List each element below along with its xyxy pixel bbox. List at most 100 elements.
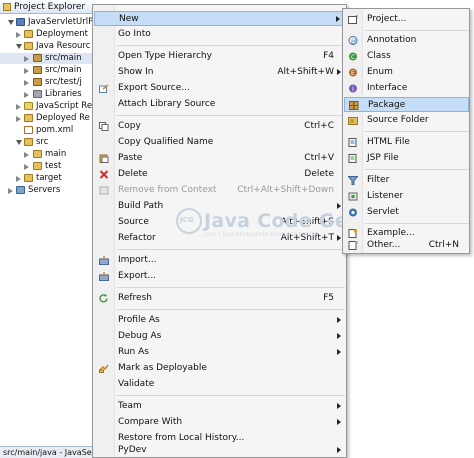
tree-item-label: JavaServletUrlPa [28, 17, 96, 27]
project-explorer-tab[interactable]: Project Explorer [0, 0, 96, 14]
menu-item-refactor[interactable]: Refactor Alt+Shift+T [94, 231, 346, 246]
menu-item-export-source[interactable]: Export Source... [94, 81, 346, 96]
menu-item-source[interactable]: Source Alt+Shift+S [94, 215, 346, 230]
menu-item-label: New [119, 14, 139, 24]
collapse-arrow-icon[interactable] [24, 56, 29, 62]
menu-item-remove-from-context[interactable]: Remove from Context Ctrl+Alt+Shift+Down [94, 183, 346, 198]
tree-item-label: main [45, 149, 67, 159]
tree-item-src-test-java[interactable]: src/test/j [0, 77, 96, 88]
submenu-item-interface[interactable]: I Interface [344, 81, 469, 96]
tree-item-javascript-resources[interactable]: JavaScript Re [0, 101, 96, 112]
menu-item-label: Team [118, 401, 142, 411]
svg-text:@: @ [351, 38, 357, 45]
menu-item-team[interactable]: Team [94, 399, 346, 414]
collapse-arrow-icon[interactable] [8, 188, 13, 194]
collapse-arrow-icon[interactable] [16, 176, 21, 182]
collapse-arrow-icon[interactable] [24, 80, 29, 86]
menu-item-new[interactable]: New [94, 11, 346, 26]
tree-item-src-main-java[interactable]: src/main [0, 53, 96, 64]
menu-item-copy[interactable]: Copy Ctrl+C [94, 119, 346, 134]
tree-item-project[interactable]: JavaServletUrlPa [0, 17, 96, 28]
javascript-icon [24, 102, 33, 110]
expand-arrow-icon[interactable] [16, 140, 22, 145]
menu-item-delete[interactable]: Delete Delete [94, 167, 346, 182]
menu-item-label: Build Path [118, 201, 164, 211]
collapse-arrow-icon[interactable] [16, 116, 21, 122]
menu-item-go-into[interactable]: Go Into [94, 27, 346, 42]
tree-item-main[interactable]: main [0, 149, 96, 160]
svg-text:C: C [351, 54, 355, 61]
menu-item-debug-as[interactable]: Debug As [94, 329, 346, 344]
tree-item-label: test [45, 161, 62, 171]
menu-item-import[interactable]: Import... [94, 253, 346, 268]
menu-item-compare-with[interactable]: Compare With [94, 415, 346, 430]
collapse-arrow-icon[interactable] [16, 104, 21, 110]
servlet-icon [349, 208, 357, 217]
collapse-arrow-icon[interactable] [24, 164, 29, 170]
submenu-separator [365, 131, 469, 132]
menu-item-export[interactable]: Export... [94, 269, 346, 284]
submenu-arrow-icon [337, 235, 341, 241]
tree-item-label: pom.xml [36, 125, 74, 135]
submenu-item-listener[interactable]: Listener [344, 189, 469, 204]
menu-item-label: Go Into [118, 29, 151, 39]
submenu-item-package[interactable]: Package [344, 97, 469, 112]
tree-item-servers[interactable]: Servers [0, 185, 96, 196]
menu-item-shortcut: Alt+Shift+T [280, 233, 334, 243]
collapse-arrow-icon[interactable] [16, 32, 21, 38]
submenu-item-project[interactable]: Project... [344, 12, 469, 27]
tree-item-deployment[interactable]: Deployment [0, 29, 96, 40]
collapse-arrow-icon[interactable] [24, 152, 29, 158]
submenu-item-jsp-file[interactable]: JSP File [344, 151, 469, 166]
menu-item-pydev[interactable]: PyDev [94, 445, 346, 457]
folder-icon [24, 138, 33, 146]
paste-icon [99, 154, 109, 163]
tree-item-src[interactable]: src [0, 137, 96, 148]
tree-item-java-resources[interactable]: Java Resourc [0, 41, 96, 52]
submenu-item-html-file[interactable]: HTML File [344, 135, 469, 150]
submenu-arrow-icon [337, 333, 341, 339]
tree-item-src-main-resources[interactable]: src/main [0, 65, 96, 76]
project-explorer-panel: Project Explorer JavaServletUrlPa Deploy… [0, 0, 96, 458]
menu-item-attach-library-source[interactable]: Attach Library Source [94, 97, 346, 112]
menu-item-mark-as-deployable[interactable]: Mark as Deployable [94, 361, 346, 376]
collapse-arrow-icon[interactable] [24, 92, 29, 98]
folder-icon [33, 150, 42, 158]
tree-item-pom-xml[interactable]: pom.xml [0, 125, 96, 136]
menu-item-copy-qualified-name[interactable]: Copy Qualified Name [94, 135, 346, 150]
copy-icon [99, 122, 109, 131]
menu-item-restore-from-local-history[interactable]: Restore from Local History... [94, 431, 346, 446]
submenu-item-servlet[interactable]: Servlet [344, 205, 469, 220]
menu-item-profile-as[interactable]: Profile As [94, 313, 346, 328]
submenu-item-other[interactable]: Other... Ctrl+N [344, 238, 469, 253]
submenu-item-label: Other... [367, 240, 401, 250]
menu-item-run-as[interactable]: Run As [94, 345, 346, 360]
submenu-item-annotation[interactable]: @ Annotation [344, 33, 469, 48]
menu-item-build-path[interactable]: Build Path [94, 199, 346, 214]
tree-item-libraries[interactable]: Libraries [0, 89, 96, 100]
submenu-item-class[interactable]: C Class [344, 49, 469, 64]
servers-icon [16, 186, 25, 194]
status-bar: src/main/java - JavaSe [0, 446, 96, 458]
collapse-arrow-icon[interactable] [24, 68, 29, 74]
menu-item-paste[interactable]: Paste Ctrl+V [94, 151, 346, 166]
example-icon [348, 229, 358, 238]
submenu-item-enum[interactable]: E Enum [344, 65, 469, 80]
menu-item-refresh[interactable]: Refresh F5 [94, 291, 346, 306]
submenu-item-filter[interactable]: Filter [344, 173, 469, 188]
menu-item-show-in[interactable]: Show In Alt+Shift+W [94, 65, 346, 80]
submenu-arrow-icon [337, 219, 341, 225]
import-icon [99, 256, 109, 265]
expand-arrow-icon[interactable] [8, 20, 14, 25]
tree-item-label: src/test/j [45, 77, 82, 87]
tree-item-deployed-resources[interactable]: Deployed Re [0, 113, 96, 124]
submenu-item-source-folder[interactable]: Source Folder [344, 113, 469, 128]
menu-item-label: Run As [118, 347, 149, 357]
menu-item-open-type-hierarchy[interactable]: Open Type Hierarchy F4 [94, 49, 346, 64]
submenu-item-label: Enum [367, 67, 393, 77]
menu-item-validate[interactable]: Validate [94, 377, 346, 392]
menu-item-label: Export Source... [118, 83, 190, 93]
tree-item-test[interactable]: test [0, 161, 96, 172]
tree-item-target[interactable]: target [0, 173, 96, 184]
expand-arrow-icon[interactable] [16, 44, 22, 49]
